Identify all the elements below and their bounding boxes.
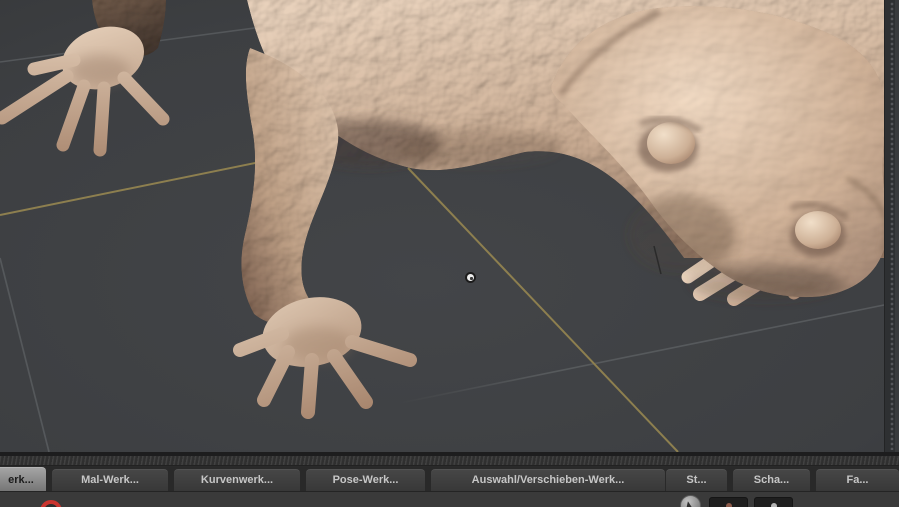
status-row bbox=[0, 491, 899, 507]
red-ring-tool-icon[interactable] bbox=[40, 500, 62, 507]
left-eye-dome bbox=[647, 122, 695, 164]
view-sphere-glyph bbox=[686, 501, 695, 507]
grip-dots-texture bbox=[890, 2, 894, 450]
right-panel-grip[interactable] bbox=[884, 0, 899, 452]
tool-tray-tabs-left: erk... Mal-Werk... Kurvenwerk... Pose-Werk.… bbox=[0, 467, 665, 491]
sculpt-viewport[interactable] bbox=[0, 0, 899, 452]
tool-tray-tab[interactable]: St... bbox=[666, 469, 727, 491]
tool-tray-tab[interactable]: Auswahl/Verschieben-Werk... bbox=[431, 469, 665, 491]
view-sphere-icon[interactable] bbox=[680, 495, 701, 507]
tool-tray-tab[interactable]: Scha... bbox=[733, 469, 810, 491]
viewport-canvas bbox=[0, 0, 899, 452]
tool-tray-tab-row: erk... Mal-Werk... Kurvenwerk... Pose-Werk.… bbox=[0, 467, 899, 491]
tool-tray-tabs-right: St... Scha... Fa... bbox=[666, 467, 899, 491]
tray-resize-handle[interactable] bbox=[0, 456, 899, 466]
tool-tray-panel: erk... Mal-Werk... Kurvenwerk... Pose-Werk.… bbox=[0, 452, 899, 507]
tool-button-gray-glyph bbox=[771, 503, 777, 507]
right-eye-dome bbox=[795, 211, 841, 249]
tool-tray-tab[interactable]: erk... bbox=[0, 467, 46, 491]
tool-tray-tab[interactable]: Mal-Werk... bbox=[52, 469, 168, 491]
app-window: erk... Mal-Werk... Kurvenwerk... Pose-Werk.… bbox=[0, 0, 899, 507]
tool-tray-tab[interactable]: Pose-Werk... bbox=[306, 469, 425, 491]
brush-ring-cursor bbox=[465, 272, 476, 283]
tool-button-brown[interactable] bbox=[709, 497, 748, 507]
grip-edge bbox=[895, 0, 899, 452]
tool-button-gray[interactable] bbox=[754, 497, 793, 507]
tool-button-brown-glyph bbox=[726, 503, 732, 507]
tool-tray-tab[interactable]: Fa... bbox=[816, 469, 899, 491]
tool-tray-tab[interactable]: Kurvenwerk... bbox=[174, 469, 300, 491]
